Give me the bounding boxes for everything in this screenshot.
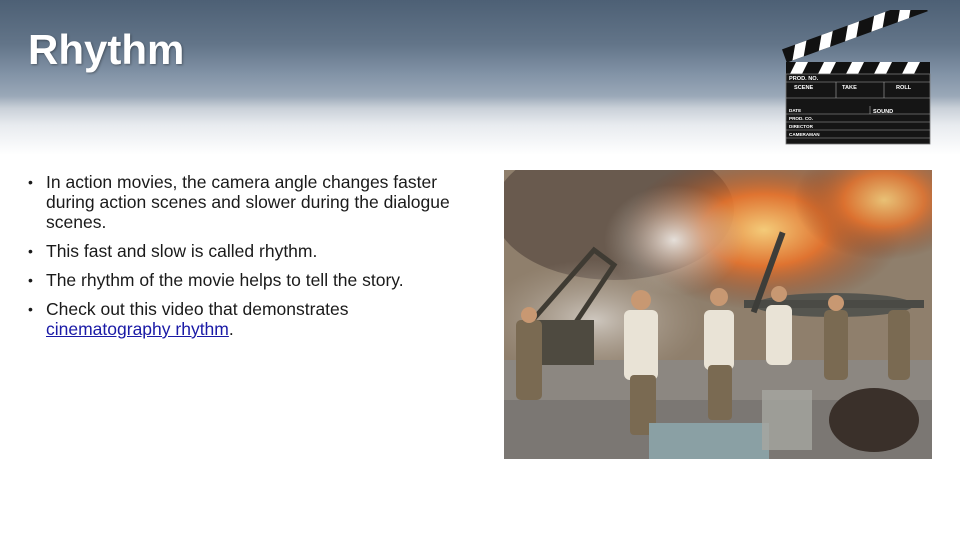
bullet-item: • This fast and slow is called rhythm. [28, 241, 468, 261]
bullet-text-prefix: Check out this video that demonstrates [46, 299, 349, 319]
clapperboard-icon: PROD. NO. SCENE TAKE ROLL DATE SOUND PRO… [782, 10, 931, 145]
clapper-label-date: DATE [789, 108, 801, 113]
bullet-glyph: • [28, 301, 33, 317]
bullet-list: • In action movies, the camera angle cha… [28, 172, 468, 348]
bullet-glyph: • [28, 243, 33, 259]
bullet-item: • The rhythm of the movie helps to tell … [28, 270, 468, 290]
bullet-item: • In action movies, the camera angle cha… [28, 172, 468, 232]
action-scene-photo [504, 170, 932, 459]
clapper-label-scene: SCENE [794, 85, 814, 91]
bullet-text: In action movies, the camera angle chang… [46, 172, 450, 232]
bullet-text: This fast and slow is called rhythm. [46, 241, 318, 261]
bullet-text: The rhythm of the movie helps to tell th… [46, 270, 404, 290]
clapper-label-prod-no: PROD. NO. [789, 76, 819, 82]
bullet-item: • Check out this video that demonstrates… [28, 299, 468, 339]
slide-title: Rhythm [28, 26, 185, 73]
bullet-text-suffix: . [228, 319, 234, 339]
clapper-label-cameraman: CAMERAMAN [789, 132, 820, 137]
clapper-label-sound: SOUND [873, 109, 893, 115]
clapper-label-take: TAKE [842, 85, 857, 91]
clapper-label-prod-co: PROD. CO. [789, 116, 813, 121]
cinematography-rhythm-link[interactable]: cinematography rhythm [46, 319, 229, 339]
bullet-glyph: • [28, 272, 33, 288]
photo-illustration [504, 170, 932, 459]
clapper-label-director: DIRECTOR [789, 124, 814, 129]
clapper-label-roll: ROLL [896, 85, 912, 91]
bullet-glyph: • [28, 174, 33, 190]
